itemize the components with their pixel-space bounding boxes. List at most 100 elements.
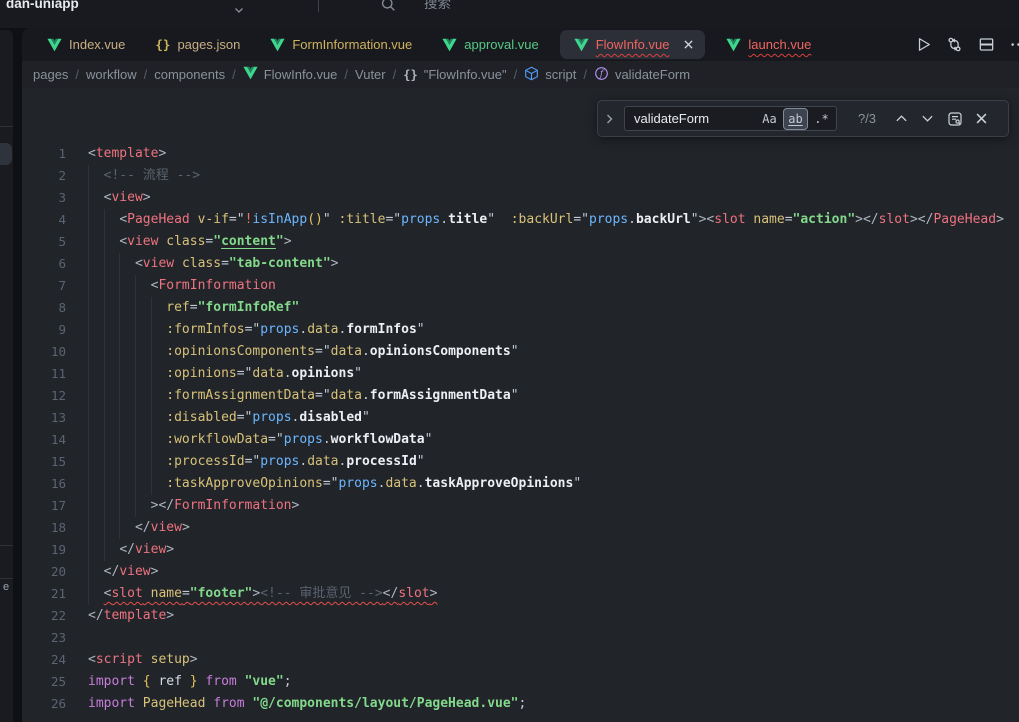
tab-launch.vue[interactable]: launch.vue bbox=[711, 28, 826, 61]
indent-guide bbox=[88, 385, 89, 407]
breadcrumb-item-Vuter[interactable]: Vuter bbox=[355, 67, 386, 82]
project-name[interactable]: dan-uniapp bbox=[6, 0, 79, 15]
code-line[interactable]: 19 </view> bbox=[22, 539, 1019, 561]
code-line[interactable]: 6 <view class="tab-content"> bbox=[22, 253, 1019, 275]
breadcrumb-item-components[interactable]: components bbox=[154, 67, 225, 82]
code-line[interactable]: 8 ref="formInfoRef" bbox=[22, 297, 1019, 319]
code-line[interactable]: 15 :processId="props.data.processId" bbox=[22, 451, 1019, 473]
code-text[interactable]: :taskApproveOpinions="props.data.taskApp… bbox=[66, 473, 581, 495]
code-line[interactable]: 17 ></FormInformation> bbox=[22, 495, 1019, 517]
code-line[interactable]: 3 <view> bbox=[22, 187, 1019, 209]
code-text[interactable]: :formAssignmentData="data.formAssignment… bbox=[66, 385, 519, 407]
code-text[interactable]: import PageHead from "@/components/layou… bbox=[66, 693, 526, 715]
code-text[interactable]: :opinionsComponents="data.opinionsCompon… bbox=[66, 341, 519, 363]
code-text[interactable]: </view> bbox=[66, 517, 190, 539]
code-text[interactable]: <view class="content"> bbox=[66, 231, 292, 253]
indent-guide bbox=[119, 407, 120, 429]
code-editor[interactable]: validateForm Aa ab .* ?/3 bbox=[22, 88, 1019, 722]
close-icon[interactable] bbox=[684, 40, 693, 49]
line-number: 4 bbox=[22, 209, 66, 231]
code-text[interactable]: <view> bbox=[66, 187, 151, 209]
code-text[interactable]: </template> bbox=[66, 605, 174, 627]
close-find-button[interactable] bbox=[974, 111, 989, 126]
code-text[interactable]: :workflowData="props.workflowData" bbox=[66, 429, 432, 451]
code-text[interactable]: :formInfos="props.data.formInfos" bbox=[66, 319, 425, 341]
code-line[interactable]: 4 <PageHead v-if="!isInApp()" :title="pr… bbox=[22, 209, 1019, 231]
breadcrumb-item-script[interactable]: script bbox=[524, 66, 576, 84]
sync-icon[interactable] bbox=[946, 36, 963, 53]
toggle-replace-button[interactable] bbox=[604, 113, 615, 125]
code-line[interactable]: 23 bbox=[22, 627, 1019, 649]
code-line[interactable]: 21 <slot name="footer"><!-- 审批意见 --></sl… bbox=[22, 583, 1019, 605]
more-actions-icon[interactable] bbox=[1010, 36, 1019, 53]
code-line[interactable]: 2 <!-- 流程 --> bbox=[22, 165, 1019, 187]
code-line[interactable]: 16 :taskApproveOpinions="props.data.task… bbox=[22, 473, 1019, 495]
tab-Index.vue[interactable]: Index.vue bbox=[32, 28, 140, 61]
breadcrumb-item-validateForm[interactable]: fvalidateForm bbox=[594, 66, 690, 84]
match-case-button[interactable]: Aa bbox=[758, 109, 781, 129]
code-text[interactable]: <FormInformation bbox=[66, 275, 276, 297]
code-text[interactable]: <view class="tab-content"> bbox=[66, 253, 338, 275]
code-text[interactable]: </view> bbox=[66, 539, 174, 561]
run-icon[interactable] bbox=[914, 36, 931, 53]
code-text[interactable]: <PageHead v-if="!isInApp()" :title="prop… bbox=[66, 209, 1004, 231]
code-line[interactable]: 1<template> bbox=[22, 143, 1019, 165]
code-text[interactable]: <script setup> bbox=[66, 649, 198, 671]
find-input[interactable]: validateForm Aa ab .* bbox=[624, 106, 837, 131]
indent-guide bbox=[151, 297, 152, 319]
code-line[interactable]: 20 </view> bbox=[22, 561, 1019, 583]
line-number: 22 bbox=[22, 605, 66, 627]
explorer-selected-item[interactable] bbox=[0, 143, 12, 165]
code-text[interactable]: :opinions="data.opinions" bbox=[66, 363, 362, 385]
code-line[interactable]: 25import { ref } from "vue"; bbox=[22, 671, 1019, 693]
breadcrumb-item-workflow[interactable]: workflow bbox=[86, 67, 137, 82]
breadcrumb-label: components bbox=[154, 67, 225, 82]
code-line[interactable]: 12 :formAssignmentData="data.formAssignm… bbox=[22, 385, 1019, 407]
code-line[interactable]: 11 :opinions="data.opinions" bbox=[22, 363, 1019, 385]
code-text[interactable]: :disabled="props.disabled" bbox=[66, 407, 370, 429]
code-text[interactable]: <slot name="footer"><!-- 审批意见 --></slot> bbox=[66, 583, 437, 605]
code-text[interactable] bbox=[66, 627, 88, 649]
titlebar: dan-uniapp 搜索 bbox=[0, 0, 1019, 28]
code-line[interactable]: 13 :disabled="props.disabled" bbox=[22, 407, 1019, 429]
code-line[interactable]: 22</template> bbox=[22, 605, 1019, 627]
braces-icon: {} bbox=[403, 67, 417, 82]
code-line[interactable]: 9 :formInfos="props.data.formInfos" bbox=[22, 319, 1019, 341]
regex-button[interactable]: .* bbox=[810, 109, 833, 129]
indent-guide bbox=[104, 231, 105, 253]
tab-pages.json[interactable]: {}pages.json bbox=[140, 28, 255, 61]
line-number: 5 bbox=[22, 231, 66, 253]
code-line[interactable]: 18 </view> bbox=[22, 517, 1019, 539]
code-text[interactable]: :processId="props.data.processId" bbox=[66, 451, 425, 473]
tab-FlowInfo.vue[interactable]: FlowInfo.vue bbox=[560, 30, 706, 59]
next-match-button[interactable] bbox=[919, 112, 936, 125]
find-in-selection-button[interactable] bbox=[945, 109, 965, 129]
global-search-label[interactable]: 搜索 bbox=[424, 0, 451, 15]
code-text[interactable]: ref="formInfoRef" bbox=[66, 297, 299, 319]
tab-approval.vue[interactable]: approval.vue bbox=[427, 28, 553, 61]
code-line[interactable]: 24<script setup> bbox=[22, 649, 1019, 671]
code-line[interactable]: 26import PageHead from "@/components/lay… bbox=[22, 693, 1019, 715]
code-line[interactable]: 7 <FormInformation bbox=[22, 275, 1019, 297]
code-text[interactable]: </view> bbox=[66, 561, 158, 583]
code-text[interactable]: ></FormInformation> bbox=[66, 495, 299, 517]
tab-FormInformation.vue[interactable]: FormInformation.vue bbox=[255, 28, 427, 61]
breadcrumb-item-pages[interactable]: pages bbox=[33, 67, 68, 82]
tab-label: FlowInfo.vue bbox=[596, 37, 670, 52]
code-line[interactable]: 5 <view class="content"> bbox=[22, 231, 1019, 253]
find-query[interactable]: validateForm bbox=[634, 111, 755, 126]
chevron-down-icon[interactable] bbox=[233, 3, 245, 21]
breadcrumb-label: validateForm bbox=[615, 67, 690, 82]
search-icon[interactable] bbox=[380, 0, 397, 18]
whole-word-button[interactable]: ab bbox=[784, 109, 807, 129]
breadcrumb-item-FlowInfo.vue[interactable]: FlowInfo.vue bbox=[243, 66, 338, 83]
breadcrumb-item-FlowInfo.vue[interactable]: {}"FlowInfo.vue" bbox=[403, 67, 506, 82]
code-text[interactable]: <template> bbox=[66, 143, 166, 165]
indent-guide bbox=[119, 473, 120, 495]
code-line[interactable]: 14 :workflowData="props.workflowData" bbox=[22, 429, 1019, 451]
code-text[interactable]: import { ref } from "vue"; bbox=[66, 671, 292, 693]
split-editor-icon[interactable] bbox=[978, 36, 995, 53]
previous-match-button[interactable] bbox=[893, 112, 910, 125]
code-line[interactable]: 10 :opinionsComponents="data.opinionsCom… bbox=[22, 341, 1019, 363]
code-text[interactable]: <!-- 流程 --> bbox=[66, 165, 200, 187]
